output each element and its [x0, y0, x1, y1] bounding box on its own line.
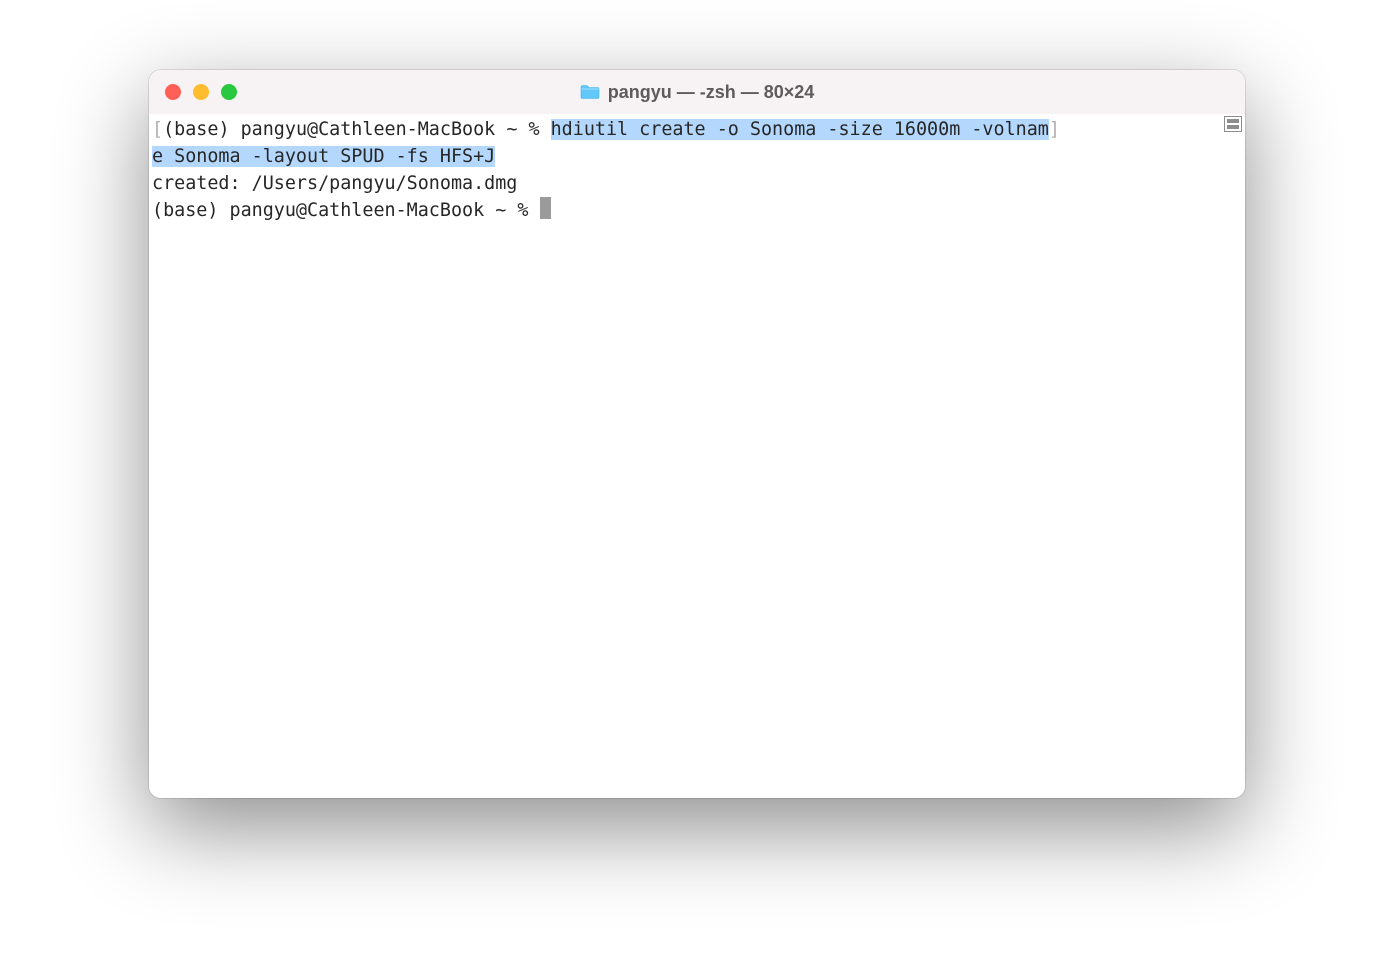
- cursor: [540, 197, 551, 219]
- alt-screen-icon[interactable]: [1224, 116, 1242, 132]
- bracket-open: [: [152, 119, 163, 140]
- selected-command-part1: hdiutil create -o Sonoma -size 16000m -v…: [551, 119, 1049, 140]
- close-button[interactable]: [165, 84, 181, 100]
- prompt-text: (base) pangyu@Cathleen-MacBook ~ %: [163, 119, 551, 140]
- terminal-line: (base) pangyu@Cathleen-MacBook ~ %: [152, 197, 1245, 224]
- selected-command-part2: e Sonoma -layout SPUD -fs HFS+J: [152, 146, 495, 167]
- traffic-lights: [165, 84, 237, 100]
- prompt-text: (base) pangyu@Cathleen-MacBook ~ %: [152, 200, 540, 221]
- terminal-line: created: /Users/pangyu/Sonoma.dmg: [152, 170, 1245, 197]
- folder-icon: [580, 84, 600, 100]
- output-text: created: /Users/pangyu/Sonoma.dmg: [152, 173, 517, 194]
- terminal-body[interactable]: [(base) pangyu@Cathleen-MacBook ~ % hdiu…: [149, 114, 1245, 798]
- window-title: pangyu — -zsh — 80×24: [608, 82, 815, 103]
- minimize-button[interactable]: [193, 84, 209, 100]
- terminal-content[interactable]: [(base) pangyu@Cathleen-MacBook ~ % hdiu…: [149, 116, 1245, 224]
- bracket-close: ]: [1049, 119, 1060, 140]
- terminal-line: [(base) pangyu@Cathleen-MacBook ~ % hdiu…: [152, 116, 1245, 143]
- titlebar[interactable]: pangyu — -zsh — 80×24: [149, 70, 1245, 114]
- terminal-line: e Sonoma -layout SPUD -fs HFS+J: [152, 143, 1245, 170]
- window-title-wrap: pangyu — -zsh — 80×24: [149, 82, 1245, 103]
- terminal-window: pangyu — -zsh — 80×24 [(base) pangyu@Cat…: [149, 70, 1245, 798]
- maximize-button[interactable]: [221, 84, 237, 100]
